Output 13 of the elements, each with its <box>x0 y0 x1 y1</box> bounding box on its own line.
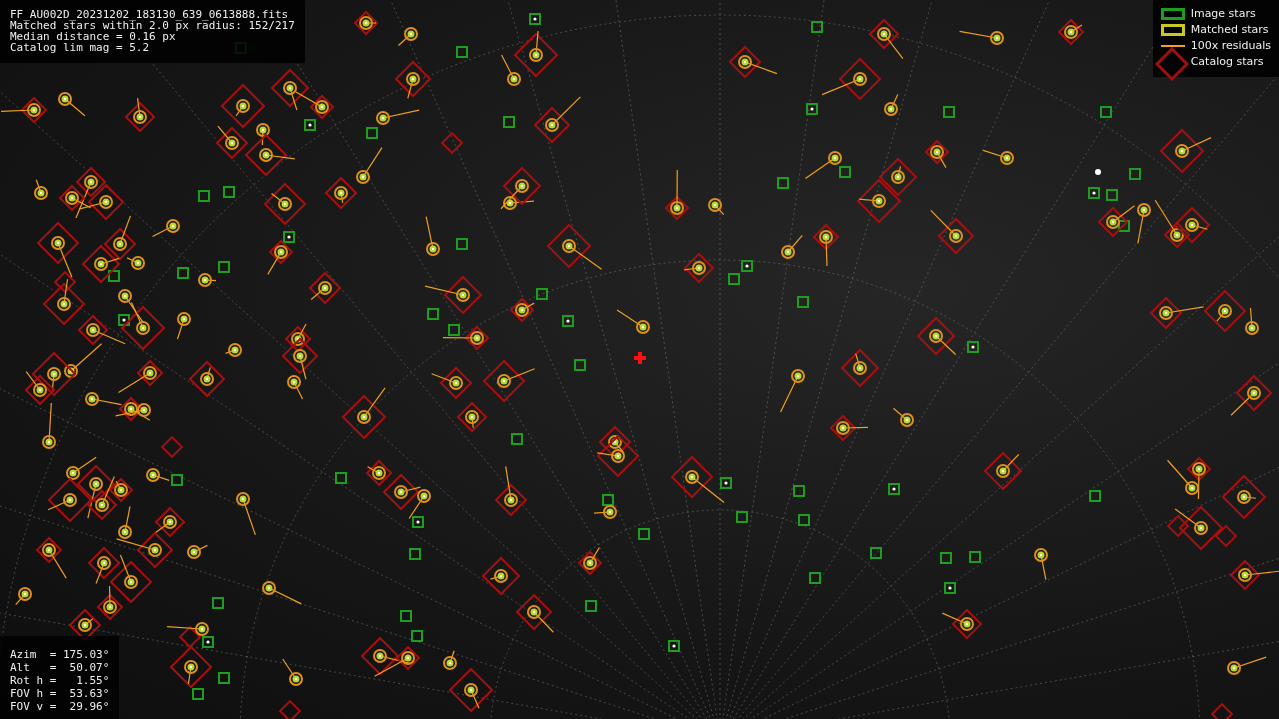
pointing-text: Azim = 175.03° <box>10 648 110 661</box>
pointing-text: Rot h = 1.55° <box>10 674 110 687</box>
legend-label: Matched stars <box>1190 23 1269 36</box>
pointing-text: FOV h = 53.63° <box>10 687 110 700</box>
pointing-text: FOV v = 29.96° <box>10 700 110 713</box>
info-text: Median distance = 0.16 px <box>10 31 176 42</box>
info-text: FF_AU002D_20231202_183130_639_0613888.fits <box>10 9 290 20</box>
info-text: Catalog lim mag = 5.2 <box>10 42 151 53</box>
pointing-text: Alt = 50.07° <box>10 661 110 674</box>
legend-label: 100x residuals <box>1190 39 1271 52</box>
info-text: Matched stars within 2.0 px radius: 152/217 <box>10 20 295 31</box>
legend-label: Catalog stars <box>1190 55 1264 68</box>
legend-label: Image stars <box>1190 7 1256 20</box>
